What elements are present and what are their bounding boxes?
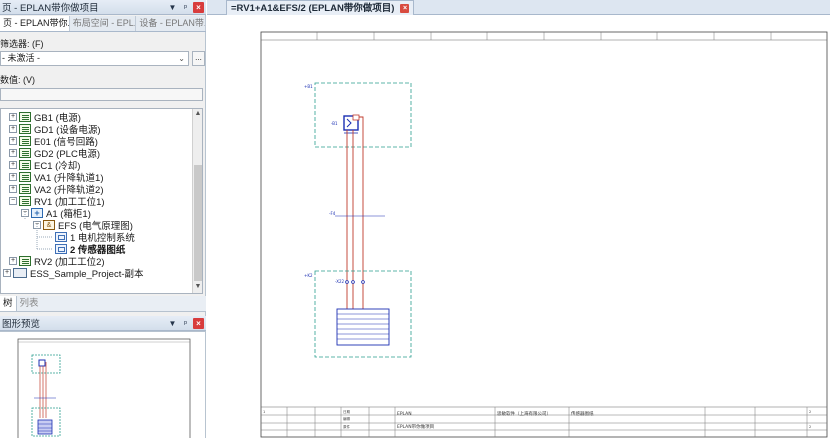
sensor-symbol[interactable]	[343, 114, 360, 134]
tree-scrollbar[interactable]: ▲ ▼	[192, 109, 202, 293]
scroll-up-icon[interactable]: ▲	[193, 110, 202, 117]
graphic-preview	[0, 331, 205, 438]
terminal-points[interactable]	[345, 280, 365, 284]
schematic-editor: =RV1+A1&EFS/2 (EPLAN带你做项目) × +B1 -B1 -F4…	[207, 0, 830, 438]
navigator-tabs: 页 - EPLAN带你... 布局空间 - EPL... 设备 - EPLAN带…	[0, 16, 207, 32]
title-block-cell: 日期	[343, 409, 351, 414]
title-block-org: 思敏软件（上海有限公司）	[497, 410, 551, 417]
filter-select-value: - 未激活 -	[2, 53, 40, 63]
tab-pages[interactable]: 页 - EPLAN带你...	[0, 16, 70, 31]
navigator-title: 页 - EPLAN带你做项目	[2, 3, 99, 14]
cable-tag: -F4	[329, 211, 336, 216]
tab-list[interactable]: 列表	[17, 296, 42, 311]
filter-select[interactable]: - 未激活 - ⌄	[0, 51, 189, 66]
drawing-frame	[260, 31, 828, 438]
preview-title: 图形预览	[2, 319, 41, 330]
preview-thumbnail	[17, 338, 191, 438]
dropdown-arrow-icon[interactable]: ▼	[167, 318, 178, 329]
filter-browse-button[interactable]: ...	[192, 51, 205, 66]
page-tree[interactable]: + GB1 (电源) + GD1 (设备电源) + E01 (信号回路) + G…	[0, 108, 203, 294]
navigator-view-tabs: 树 列表	[0, 296, 206, 312]
title-block-cell: 编辑	[343, 416, 351, 421]
box1-tag: +B1	[304, 84, 313, 89]
scroll-down-icon[interactable]: ▼	[193, 283, 202, 290]
close-icon[interactable]: ×	[400, 3, 410, 13]
close-icon[interactable]: ×	[193, 317, 204, 329]
filter-label: 筛选器: (F)	[0, 39, 44, 49]
sensor-wires[interactable]	[346, 116, 364, 309]
tab-layout-space[interactable]: 布局空间 - EPL...	[70, 16, 137, 31]
title-block-project: EPLAN带你做项目	[397, 423, 434, 430]
pin-icon[interactable]: ᵖ	[180, 2, 191, 13]
title-block-page-no: 2	[809, 410, 811, 414]
column-ticks	[316, 32, 772, 40]
sensor-tag: -B1	[331, 121, 338, 126]
schematic-canvas[interactable]: +B1 -B1 -F4 +K2 -X22 1 日期 编辑 原件 EPLAN EP…	[207, 15, 830, 438]
device-block[interactable]	[336, 308, 390, 346]
pin-icon[interactable]: ᵖ	[180, 318, 191, 329]
title-block-page-desc: 传感器图纸	[571, 410, 594, 417]
tab-tree[interactable]: 树	[0, 296, 17, 311]
value-input[interactable]	[0, 88, 203, 101]
box2-tag: +K2	[304, 273, 313, 278]
chevron-down-icon: ⌄	[178, 54, 185, 63]
scrollbar-thumb[interactable]	[194, 165, 202, 281]
tab-devices[interactable]: 设备 - EPLAN带...	[136, 16, 207, 31]
document-tab-title: =RV1+A1&EFS/2 (EPLAN带你做项目)	[231, 2, 395, 14]
terminal-tag: -X22	[335, 279, 345, 284]
dropdown-arrow-icon[interactable]: ▼	[167, 2, 178, 13]
preview-titlebar: 图形预览 ▼ ᵖ ×	[0, 316, 206, 331]
navigator-titlebar: 页 - EPLAN带你做项目 ▼ ᵖ ×	[0, 0, 206, 15]
value-label: 数值: (V)	[0, 75, 35, 85]
document-tab[interactable]: =RV1+A1&EFS/2 (EPLAN带你做项目) ×	[226, 0, 415, 15]
page-navigator-panel: 页 - EPLAN带你做项目 ▼ ᵖ × 页 - EPLAN带你... 布局空间…	[0, 0, 207, 438]
close-icon[interactable]: ×	[193, 1, 204, 13]
tree-connectors	[24, 212, 53, 250]
title-block-page-total: 2	[809, 425, 811, 429]
document-tab-bar: =RV1+A1&EFS/2 (EPLAN带你做项目) ×	[207, 0, 830, 15]
title-block-cell: 原件	[343, 424, 351, 429]
title-block-company: EPLAN	[397, 411, 412, 417]
title-block-row-id: 1	[263, 410, 265, 414]
